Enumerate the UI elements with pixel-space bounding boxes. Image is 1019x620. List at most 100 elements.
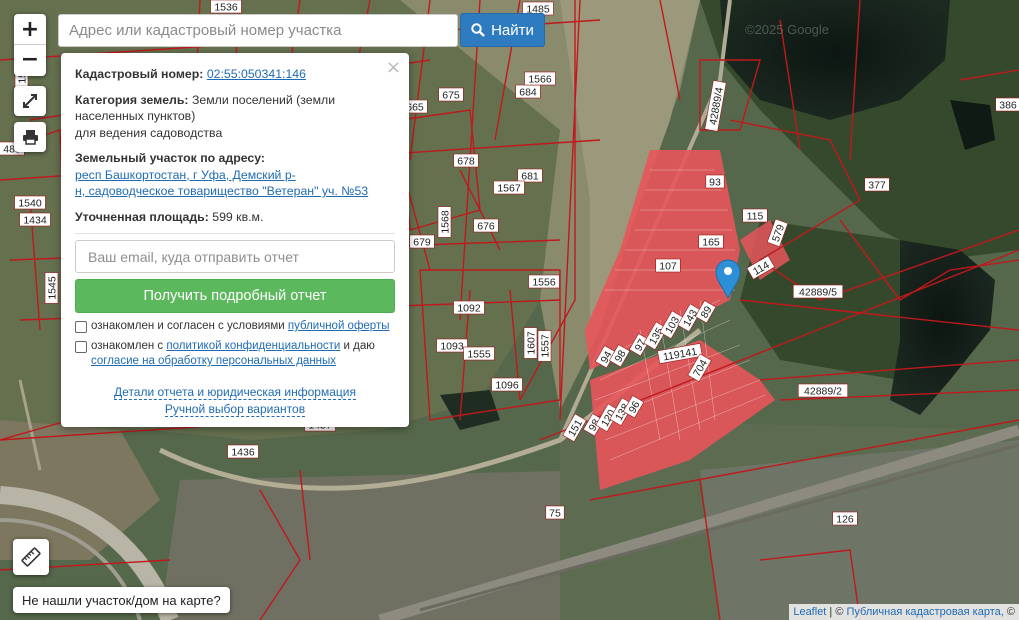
parcel-label: 678 <box>453 153 479 168</box>
svg-text:1555: 1555 <box>467 349 491 361</box>
parcel-label: 42889/5 <box>792 284 844 299</box>
svg-text:684: 684 <box>519 87 537 99</box>
parcel-label: 676 <box>473 218 499 233</box>
svg-text:1096: 1096 <box>495 380 519 392</box>
parcel-label: 42889/2 <box>797 383 849 398</box>
parcel-label: 1607 <box>523 327 538 359</box>
address-link-line-1[interactable]: респ Башкортостан, г Уфа, Демский р- <box>75 168 296 182</box>
area-row: Уточненная площадь: 599 кв.м. <box>75 209 395 226</box>
svg-text:676: 676 <box>477 221 495 233</box>
address-label: Земельный участок по адресу: <box>75 151 265 165</box>
get-report-button[interactable]: Получить подробный отчет <box>75 279 395 313</box>
address-link-line-2[interactable]: н, садоводческое товарищество "Ветеран" … <box>75 184 368 198</box>
divider <box>75 233 395 234</box>
print-icon <box>22 130 38 145</box>
svg-text:1093: 1093 <box>440 341 464 353</box>
report-details-link[interactable]: Детали отчета и юридическая информация <box>114 385 356 400</box>
fullscreen-button[interactable] <box>14 86 46 116</box>
svg-text:1540: 1540 <box>18 198 42 210</box>
privacy-policy-link[interactable]: политикой конфиденциальности <box>166 340 340 352</box>
svg-text:679: 679 <box>413 237 431 249</box>
zoom-in-button[interactable]: + <box>14 14 46 44</box>
consent-privacy: ознакомлен с политикой конфиденциальност… <box>75 339 395 370</box>
svg-text:126: 126 <box>836 514 854 526</box>
parcel-label: 684 <box>515 84 541 99</box>
svg-text:1536: 1536 <box>214 2 238 14</box>
consent-offer: ознакомлен и согласен с условиями публич… <box>75 319 395 335</box>
consent-privacy-checkbox[interactable] <box>75 340 87 353</box>
not-found-button[interactable]: Не нашли участок/дом на карте? <box>13 587 230 613</box>
parcel-label: 165 <box>698 234 724 249</box>
parcel-label: 681 <box>517 168 543 183</box>
parcel-label: 1545 <box>44 272 59 304</box>
category-value-1: Земли поселений (земли <box>191 92 336 107</box>
parcel-label: 1434 <box>19 212 51 227</box>
ruler-button[interactable] <box>13 539 49 575</box>
search-input[interactable] <box>58 14 458 47</box>
imagery-watermark: ©2025 Google <box>745 22 829 37</box>
consent-offer-label: ознакомлен и согласен с условиями <box>91 320 285 332</box>
fullscreen-icon <box>23 94 37 108</box>
cadastral-label: Кадастровый номер: <box>75 67 204 81</box>
personal-data-consent-link[interactable]: согласие на обработку персональных данны… <box>91 355 336 367</box>
category-row: Категория земель: Земли поселений (земли… <box>75 92 395 142</box>
parcel-label: 1566 <box>524 71 556 86</box>
svg-text:107: 107 <box>659 261 677 273</box>
email-field[interactable] <box>75 240 395 273</box>
svg-text:75: 75 <box>549 508 561 520</box>
svg-text:1434: 1434 <box>23 215 47 227</box>
search-icon <box>471 23 485 37</box>
parcel-label: 386 <box>995 97 1019 112</box>
svg-text:1557: 1557 <box>540 334 552 358</box>
parcel-label: 1096 <box>491 377 523 392</box>
svg-text:1092: 1092 <box>457 303 481 315</box>
attribution-sep: | © <box>829 606 844 618</box>
parcel-label: 675 <box>438 87 464 102</box>
category-label: Категория земель: <box>75 92 189 107</box>
cadastral-number-link[interactable]: 02:55:050341:146 <box>207 67 306 81</box>
search-button-label: Найти <box>491 21 534 39</box>
public-offer-link[interactable]: публичной оферты <box>288 320 390 332</box>
manual-selection-link[interactable]: Ручной выбор вариантов <box>164 402 306 417</box>
parcel-label: 1567 <box>493 180 525 195</box>
attribution-tail: © <box>1006 606 1015 618</box>
parcel-label: 126 <box>832 511 858 526</box>
svg-text:165: 165 <box>702 237 720 249</box>
parcel-label: 93 <box>705 174 725 189</box>
parcel-label: 1540 <box>14 195 46 210</box>
consent-privacy-label: ознакомлен с <box>91 339 164 352</box>
svg-text:1556: 1556 <box>532 277 556 289</box>
category-value-2: населенных пунктов) <box>75 109 196 123</box>
parcel-label: 1093 <box>436 338 468 353</box>
cadastral-map-link[interactable]: Публичная кадастровая карта, <box>847 606 1004 618</box>
leaflet-link[interactable]: Leaflet <box>793 606 826 618</box>
parcel-label: 377 <box>864 177 890 192</box>
close-icon[interactable]: × <box>386 57 401 78</box>
svg-text:1566: 1566 <box>528 74 552 86</box>
parcel-label: 1536 <box>210 0 242 14</box>
popup-footer-links: Детали отчета и юридическая информация Р… <box>61 384 409 418</box>
parcel-label: 679 <box>409 234 435 249</box>
consent-privacy-text: ознакомлен с политикой конфиденциальност… <box>91 339 395 370</box>
svg-text:386: 386 <box>999 100 1017 112</box>
search-button[interactable]: Найти <box>460 13 545 47</box>
print-button[interactable] <box>14 122 46 152</box>
parcel-label: 1092 <box>453 300 485 315</box>
svg-text:42889/5: 42889/5 <box>799 287 837 299</box>
consent-offer-checkbox[interactable] <box>75 321 87 333</box>
parcel-label: 115 <box>742 208 768 223</box>
svg-text:1545: 1545 <box>47 276 59 300</box>
consent-privacy-and: и даю <box>343 339 375 352</box>
category-value-3: для ведения садоводства <box>75 125 223 140</box>
svg-text:93: 93 <box>709 177 721 189</box>
svg-text:1436: 1436 <box>231 447 255 459</box>
parcel-label: 1568 <box>437 206 452 238</box>
svg-text:42889/2: 42889/2 <box>804 386 842 398</box>
parcel-label: 107 <box>655 258 681 273</box>
svg-text:377: 377 <box>868 180 886 192</box>
svg-text:675: 675 <box>442 90 460 102</box>
svg-text:1567: 1567 <box>497 183 521 195</box>
zoom-out-button[interactable]: − <box>14 44 46 74</box>
parcel-label: 75 <box>545 505 565 520</box>
svg-text:115: 115 <box>747 211 764 223</box>
